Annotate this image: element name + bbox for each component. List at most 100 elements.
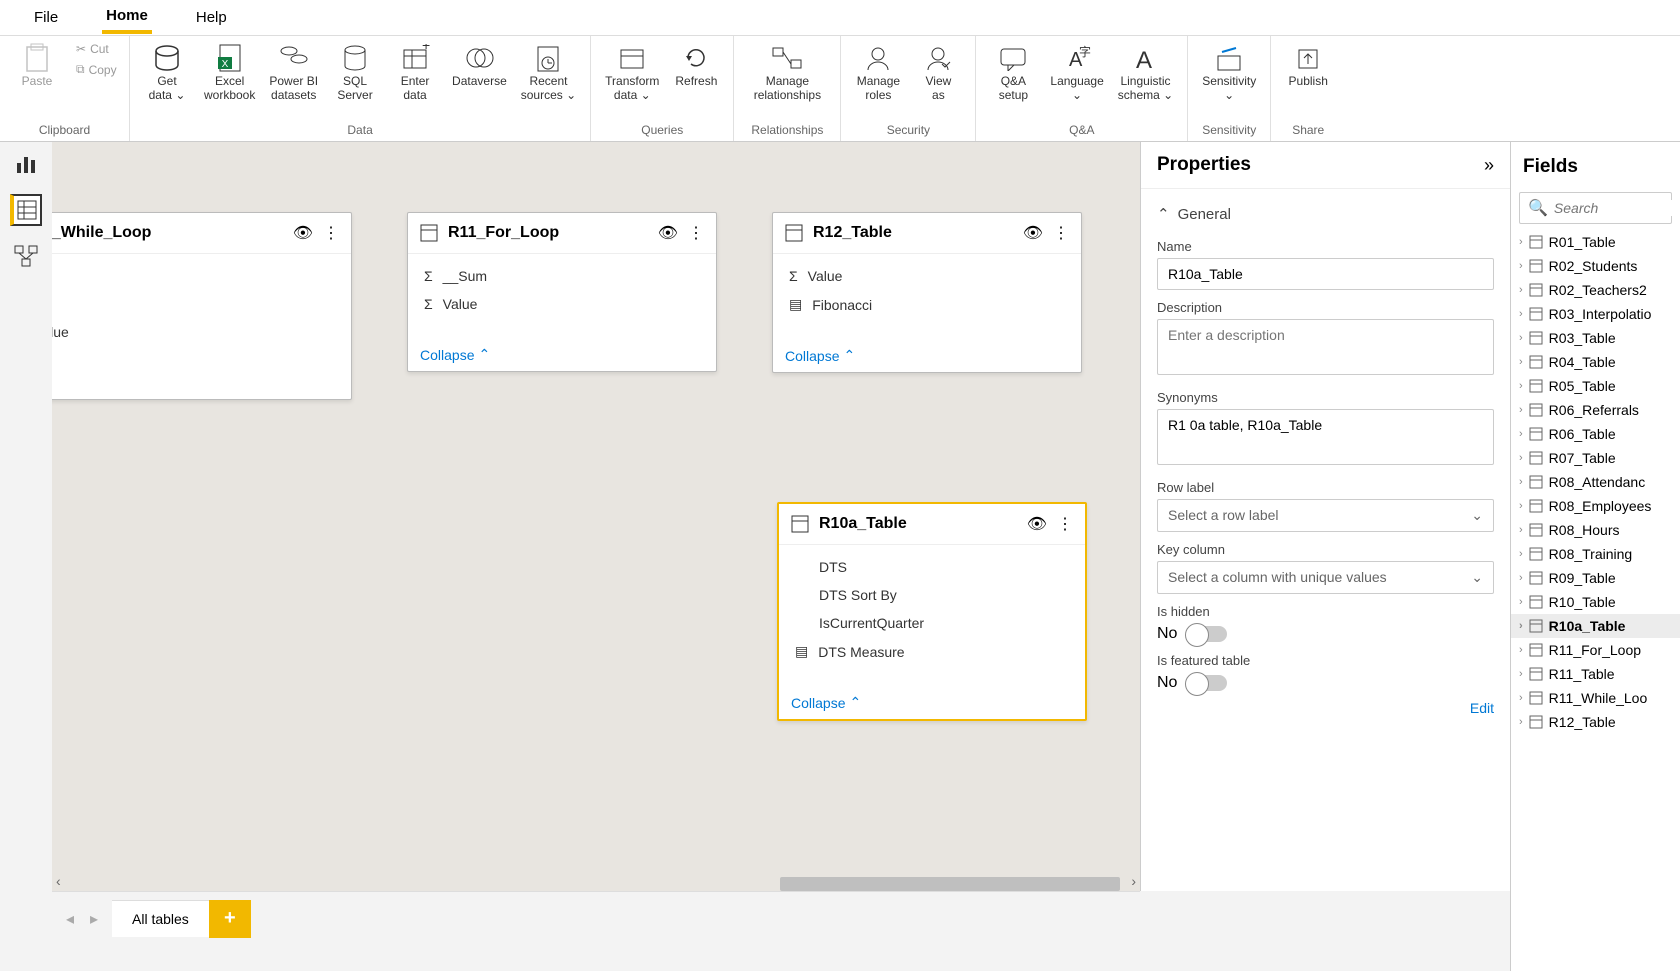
field-item[interactable]: ›R10_Table: [1511, 590, 1680, 614]
field-item[interactable]: ›R06_Table: [1511, 422, 1680, 446]
field-row[interactable]: ΣValue: [785, 262, 1069, 290]
field-item[interactable]: ›R10a_Table: [1511, 614, 1680, 638]
paste-button[interactable]: Paste: [8, 40, 66, 90]
menu-help[interactable]: Help: [192, 3, 231, 32]
more-icon[interactable]: ⋮: [1057, 514, 1073, 534]
get-data-button[interactable]: Get data ⌄: [138, 40, 196, 105]
table-card-r12[interactable]: R12_Table 👁 ⋮ ΣValue ▤Fibonacci Collapse…: [772, 212, 1082, 373]
visibility-icon[interactable]: 👁: [1023, 223, 1043, 243]
cut-button[interactable]: ✂Cut: [72, 40, 121, 58]
menu-bar: File Home Help: [0, 0, 1680, 36]
field-item[interactable]: ›R08_Hours: [1511, 518, 1680, 542]
group-security-label: Security: [841, 121, 975, 141]
tab-prev[interactable]: ◂: [60, 909, 80, 929]
field-item[interactable]: ›R09_Table: [1511, 566, 1680, 590]
field-row[interactable]: ΣValue: [420, 290, 704, 318]
key-column-select[interactable]: Select a column with unique values⌄: [1157, 561, 1494, 594]
field-item[interactable]: ›R06_Referrals: [1511, 398, 1680, 422]
field-row[interactable]: DTS Sort By: [791, 581, 1073, 609]
row-label-select[interactable]: Select a row label⌄: [1157, 499, 1494, 532]
field-item[interactable]: ›R01_Table: [1511, 230, 1680, 254]
more-icon[interactable]: ⋮: [1053, 223, 1069, 243]
recent-sources-button[interactable]: Recent sources ⌄: [515, 40, 582, 105]
field-item[interactable]: ›R08_Employees: [1511, 494, 1680, 518]
excel-button[interactable]: XExcel workbook: [198, 40, 261, 105]
pbi-datasets-button[interactable]: Power BI datasets: [263, 40, 324, 105]
transform-data-button[interactable]: Transform data ⌄: [599, 40, 665, 105]
manage-roles-button[interactable]: Manage roles: [849, 40, 907, 105]
hscroll-thumb[interactable]: [780, 877, 1120, 891]
more-icon[interactable]: ⋮: [323, 223, 339, 243]
user-gear-icon: [860, 42, 896, 74]
edit-link[interactable]: Edit: [1470, 700, 1494, 716]
field-row[interactable]: DTS: [791, 553, 1073, 581]
fields-search[interactable]: 🔍: [1519, 192, 1672, 224]
manage-relationships-button[interactable]: Manage relationships: [742, 40, 832, 105]
menu-file[interactable]: File: [30, 3, 62, 32]
sql-button[interactable]: SQL Server: [326, 40, 384, 105]
visibility-icon[interactable]: 👁: [658, 223, 678, 243]
tab-add-button[interactable]: +: [209, 900, 251, 938]
scroll-right-icon[interactable]: ›: [1131, 873, 1136, 891]
field-item[interactable]: ›R11_For_Loop: [1511, 638, 1680, 662]
field-item[interactable]: ›R11_Table: [1511, 662, 1680, 686]
more-icon[interactable]: ⋮: [688, 223, 704, 243]
collapse-button[interactable]: Collapse⌃: [773, 339, 1081, 372]
report-view-icon[interactable]: [10, 148, 42, 180]
field-item[interactable]: ›R03_Table: [1511, 326, 1680, 350]
collapse-button[interactable]: pse⌃: [52, 366, 351, 399]
model-view-icon[interactable]: [10, 240, 42, 272]
svg-text:+: +: [422, 44, 430, 53]
is-hidden-toggle[interactable]: [1187, 626, 1227, 642]
general-section-toggle[interactable]: ⌃ General: [1157, 199, 1494, 229]
field-row[interactable]: ▤DTS Measure: [791, 637, 1073, 666]
description-input[interactable]: [1157, 319, 1494, 375]
table-card-r10a[interactable]: R10a_Table 👁 ⋮ DTS DTS Sort By IsCurrent…: [777, 502, 1087, 721]
linguistic-button[interactable]: ALinguistic schema ⌄: [1112, 40, 1179, 105]
visibility-icon[interactable]: 👁: [293, 223, 313, 243]
field-row[interactable]: i: [52, 290, 339, 318]
field-item[interactable]: ›R05_Table: [1511, 374, 1680, 398]
table-card-for-loop[interactable]: R11_For_Loop 👁 ⋮ Σ__Sum ΣValue Collapse⌃: [407, 212, 717, 372]
model-canvas[interactable]: 1_While_Loop 👁 ⋮ i i ilue pse⌃ R11_For_L…: [52, 142, 1140, 891]
collapse-button[interactable]: Collapse⌃: [408, 338, 716, 371]
dataverse-button[interactable]: Dataverse: [446, 40, 513, 90]
visibility-icon[interactable]: 👁: [1027, 514, 1047, 534]
group-share-label: Share: [1271, 121, 1345, 141]
language-button[interactable]: A字Language ⌄: [1044, 40, 1109, 105]
field-item[interactable]: ›R12_Table: [1511, 710, 1680, 734]
field-item[interactable]: ›R02_Students: [1511, 254, 1680, 278]
collapse-panel-icon[interactable]: »: [1484, 155, 1494, 176]
field-item[interactable]: ›R08_Training: [1511, 542, 1680, 566]
is-featured-toggle[interactable]: [1187, 675, 1227, 691]
refresh-button[interactable]: Refresh: [667, 40, 725, 90]
menu-home[interactable]: Home: [102, 1, 152, 34]
scroll-left-icon[interactable]: ‹: [56, 873, 61, 891]
tab-all-tables[interactable]: All tables: [112, 900, 209, 937]
language-icon: A字: [1059, 42, 1095, 74]
data-view-icon[interactable]: [10, 194, 42, 226]
sensitivity-button[interactable]: Sensitivity ⌄: [1196, 40, 1262, 105]
name-input[interactable]: [1157, 258, 1494, 290]
field-row[interactable]: IsCurrentQuarter: [791, 609, 1073, 637]
qa-setup-button[interactable]: Q&A setup: [984, 40, 1042, 105]
field-item[interactable]: ›R08_Attendanc: [1511, 470, 1680, 494]
field-item[interactable]: ›R11_While_Loo: [1511, 686, 1680, 710]
copy-button[interactable]: ⧉Copy: [72, 60, 121, 79]
publish-button[interactable]: Publish: [1279, 40, 1337, 90]
field-row[interactable]: i: [52, 262, 339, 290]
synonyms-input[interactable]: R1 0a table, R10a_Table: [1157, 409, 1494, 465]
collapse-button[interactable]: Collapse⌃: [779, 686, 1085, 719]
field-row[interactable]: Σ__Sum: [420, 262, 704, 290]
field-item[interactable]: ›R02_Teachers2: [1511, 278, 1680, 302]
field-row[interactable]: ▤Fibonacci: [785, 290, 1069, 319]
field-item[interactable]: ›R03_Interpolatio: [1511, 302, 1680, 326]
field-row[interactable]: ilue: [52, 318, 339, 346]
field-item[interactable]: ›R04_Table: [1511, 350, 1680, 374]
table-card-while-loop[interactable]: 1_While_Loop 👁 ⋮ i i ilue pse⌃: [52, 212, 352, 400]
enter-data-button[interactable]: +Enter data: [386, 40, 444, 105]
view-as-button[interactable]: View as: [909, 40, 967, 105]
tab-next[interactable]: ▸: [84, 909, 104, 929]
search-input[interactable]: [1554, 200, 1680, 216]
field-item[interactable]: ›R07_Table: [1511, 446, 1680, 470]
